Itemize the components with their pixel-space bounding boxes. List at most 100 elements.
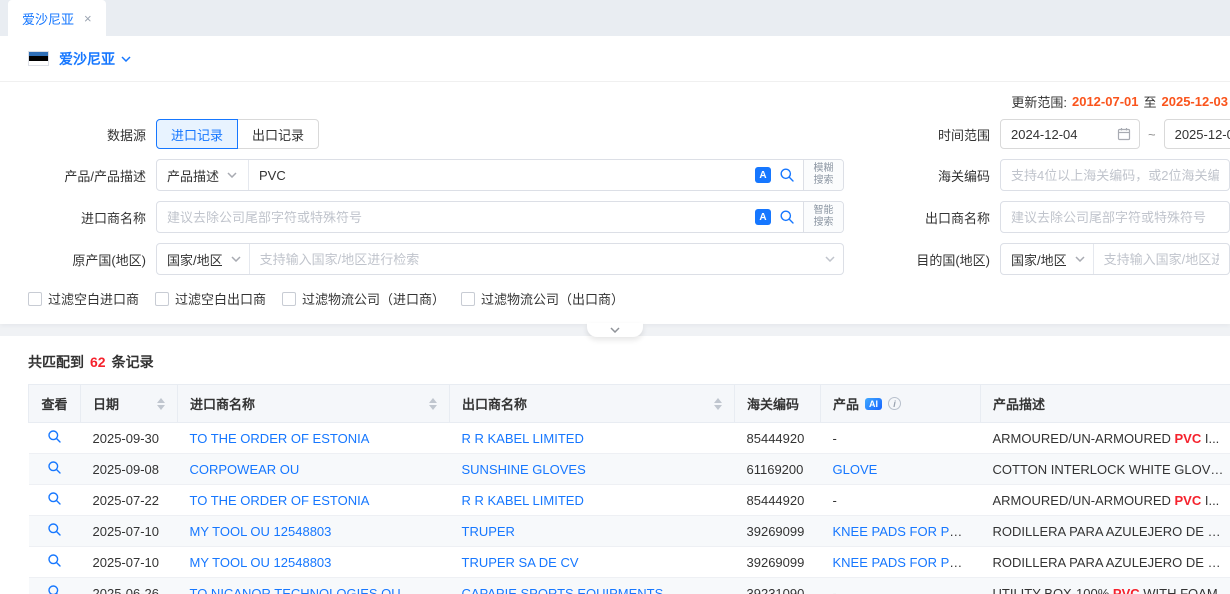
translate-icon[interactable]: A (755, 167, 771, 183)
product-link[interactable]: GLOVE (833, 462, 878, 477)
hs-code-cell: 85444920 (735, 485, 821, 516)
update-range-end: 2025-12-03 (1162, 94, 1229, 109)
exporter-link[interactable]: R R KABEL LIMITED (462, 431, 584, 446)
chevron-down-icon[interactable] (825, 256, 835, 262)
checkbox-icon[interactable] (28, 292, 42, 306)
search-magnifier-icon[interactable] (779, 167, 795, 183)
product-link[interactable]: KNEE PADS FOR PVC T... (833, 555, 981, 570)
update-range: 更新范围: 2012-07-01 至 2025-12-03 (28, 86, 1228, 111)
filter-blank-importer-checkbox[interactable]: 过滤空白进口商 (28, 289, 139, 308)
destination-country-input[interactable] (1094, 244, 1229, 274)
product-cell: - (821, 423, 981, 454)
checkbox-icon[interactable] (155, 292, 169, 306)
sort-icon[interactable] (429, 398, 437, 410)
date-cell: 2025-07-10 (81, 547, 178, 578)
checkbox-icon[interactable] (282, 292, 296, 306)
keyword-highlight: PVC (1113, 586, 1140, 594)
calendar-icon[interactable] (1117, 127, 1131, 141)
destination-country-select-value: 国家/地区 (1011, 250, 1067, 269)
export-records-toggle[interactable]: 出口记录 (237, 119, 319, 149)
filter-row-datasource: 数据源 进口记录 出口记录 时间范围 2024-12-04 ~ 2025-12-… (28, 119, 1202, 149)
filter-logistics-importer-checkbox[interactable]: 过滤物流公司（进口商） (282, 289, 445, 308)
exporter-link[interactable]: R R KABEL LIMITED (462, 493, 584, 508)
description-cell: COTTON INTERLOCK WHITE GLOVES... (981, 454, 1230, 485)
product-search-input[interactable] (249, 160, 747, 190)
date-cell: 2025-07-10 (81, 516, 178, 547)
hs-code-cell: 85444920 (735, 423, 821, 454)
filter-logistics-exporter-checkbox[interactable]: 过滤物流公司（出口商） (461, 289, 624, 308)
date-end-input[interactable]: 2025-12-03 (1164, 119, 1230, 149)
country-header: 爱沙尼亚 (0, 36, 1230, 82)
view-record-button[interactable] (47, 522, 62, 537)
importer-name-input[interactable] (157, 202, 747, 232)
exporter-link[interactable]: TRUPER (462, 524, 515, 539)
exporter-link[interactable]: CAPAPIE SPORTS EQUIPMENTS (462, 586, 664, 594)
header-importer-label: 进口商名称 (190, 394, 255, 413)
chevron-down-icon (610, 327, 620, 333)
header-description: 产品描述 (981, 385, 1230, 423)
date-cell: 2025-07-22 (81, 485, 178, 516)
filter-checkbox-row: 过滤空白进口商 过滤空白出口商 过滤物流公司（进口商） 过滤物流公司（出口商） (28, 289, 1202, 308)
view-record-button[interactable] (47, 429, 62, 444)
product-label: 产品/产品描述 (28, 166, 146, 185)
smart-search-button[interactable]: 智能搜索 (803, 202, 843, 232)
destination-country-select[interactable]: 国家/地区 (1001, 244, 1094, 274)
translate-icon[interactable]: A (755, 209, 771, 225)
exporter-link[interactable]: SUNSHINE GLOVES (462, 462, 586, 477)
destination-country-combo: 国家/地区 (1000, 243, 1230, 275)
sort-icon[interactable] (714, 398, 722, 410)
date-cell: 2025-09-08 (81, 454, 178, 485)
description-text: ARMOURED/UN-ARMOURED (993, 493, 1175, 508)
sort-icon[interactable] (157, 398, 165, 410)
exporter-link[interactable]: TRUPER SA DE CV (462, 555, 579, 570)
date-start-input[interactable]: 2024-12-04 (1000, 119, 1140, 149)
tab-bar: 爱沙尼亚 × (0, 0, 1230, 36)
chevron-down-icon[interactable] (121, 56, 131, 62)
filter-row-origin: 原产国(地区) 国家/地区 目的国(地区) 国家/地区 (28, 243, 1202, 275)
description-cell: RODILLERA PARA AZULEJERO DE PVC (981, 547, 1230, 578)
checkbox-icon[interactable] (461, 292, 475, 306)
exporter-name-input[interactable] (1000, 201, 1230, 233)
importer-link[interactable]: TO THE ORDER OF ESTONIA (190, 493, 370, 508)
importer-link[interactable]: TO NICANOR TECHNOLOGIES OU (190, 586, 401, 594)
product-search-combo: 产品描述 A 模糊搜索 (156, 159, 844, 191)
origin-country-input[interactable] (250, 244, 817, 274)
summary-prefix: 共匹配到 (28, 352, 84, 372)
date-range-separator: ~ (1148, 127, 1156, 142)
header-date: 日期 (81, 385, 178, 423)
import-records-toggle[interactable]: 进口记录 (156, 119, 238, 149)
view-record-button[interactable] (47, 460, 62, 475)
table-row: 2025-09-30 TO THE ORDER OF ESTONIA R R K… (29, 423, 1230, 454)
view-record-button[interactable] (47, 584, 62, 594)
origin-country-select[interactable]: 国家/地区 (157, 244, 250, 274)
fuzzy-search-button[interactable]: 模糊搜索 (803, 160, 843, 190)
hs-code-cell: 39269099 (735, 547, 821, 578)
importer-link[interactable]: CORPOWEAR OU (190, 462, 300, 477)
ai-badge: AI (865, 398, 882, 410)
importer-link[interactable]: TO THE ORDER OF ESTONIA (190, 431, 370, 446)
search-magnifier-icon[interactable] (779, 209, 795, 225)
product-link[interactable]: KNEE PADS FOR PVC T... (833, 524, 981, 539)
view-record-button[interactable] (47, 553, 62, 568)
origin-label: 原产国(地区) (28, 250, 146, 269)
info-icon[interactable]: i (888, 397, 901, 410)
tab-close-icon[interactable]: × (84, 12, 92, 25)
tab-estonia[interactable]: 爱沙尼亚 × (8, 0, 106, 36)
header-exporter-label: 出口商名称 (462, 394, 527, 413)
importer-link[interactable]: MY TOOL OU 12548803 (190, 524, 332, 539)
view-record-button[interactable] (47, 491, 62, 506)
product-type-select[interactable]: 产品描述 (157, 160, 249, 190)
header-exporter: 出口商名称 (450, 385, 735, 423)
filter-blank-exporter-checkbox[interactable]: 过滤空白出口商 (155, 289, 266, 308)
date-end-value: 2025-12-03 (1175, 127, 1230, 142)
hs-code-cell: 39269099 (735, 516, 821, 547)
description-cell: ARMOURED/UN-ARMOURED PVC I... (981, 485, 1230, 516)
hs-code-input[interactable] (1000, 159, 1230, 191)
collapse-filters-button[interactable] (587, 323, 643, 337)
header-date-label: 日期 (93, 394, 119, 413)
product-type-value: 产品描述 (167, 166, 219, 185)
importer-link[interactable]: MY TOOL OU 12548803 (190, 555, 332, 570)
description-text: UTILITY BOX-100% (993, 586, 1113, 594)
origin-country-select-value: 国家/地区 (167, 250, 223, 269)
country-name[interactable]: 爱沙尼亚 (59, 49, 115, 69)
